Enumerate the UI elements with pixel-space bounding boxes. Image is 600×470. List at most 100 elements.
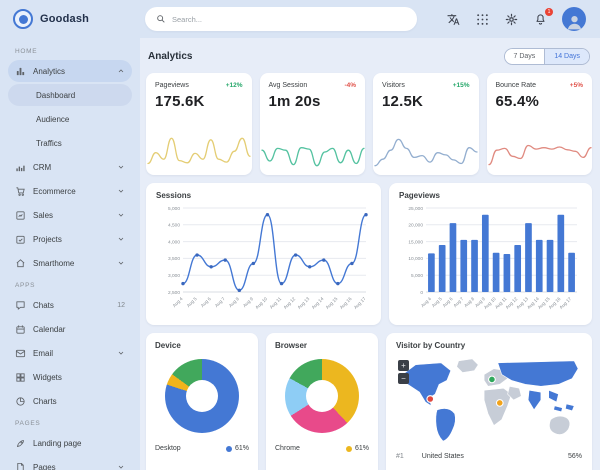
- map-zoom-controls: + −: [398, 360, 409, 384]
- sidebar-item-chats[interactable]: Chats 12: [8, 294, 132, 316]
- sidebar-item-projects[interactable]: Projects: [8, 228, 132, 250]
- svg-text:5,000: 5,000: [411, 273, 423, 279]
- svg-text:4,500: 4,500: [168, 223, 180, 229]
- card-title: Pageviews: [399, 191, 582, 200]
- svg-text:Aug 8: Aug 8: [463, 296, 475, 308]
- brand: Goodash: [0, 0, 140, 38]
- sidebar-item-label: Traffics: [36, 139, 62, 148]
- country-rank: #1: [396, 453, 404, 460]
- stat-card-pageviews: Pageviews+12% 175.6K: [146, 73, 252, 175]
- chat-bubble-icon: [15, 300, 26, 311]
- stat-label: Avg Session: [269, 82, 308, 89]
- map-zoom-out-button[interactable]: −: [398, 373, 409, 384]
- sidebar-item-label: CRM: [33, 163, 51, 172]
- sidebar-item-label: Chats: [33, 301, 54, 310]
- pageviews-card: Pageviews 05,00010,00015,00020,00025,000…: [389, 183, 592, 325]
- search-bar[interactable]: [145, 7, 417, 31]
- sparkline-chart: [146, 129, 252, 175]
- sidebar-item-label: Email: [33, 349, 53, 358]
- sidebar-item-smarthome[interactable]: Smarthome: [8, 252, 132, 274]
- chats-count-badge: 12: [117, 302, 125, 309]
- translate-icon[interactable]: [446, 12, 460, 26]
- stat-label: Bounce Rate: [496, 82, 536, 89]
- page-header: Analytics 7 Days 14 Days: [148, 45, 590, 67]
- world-map[interactable]: [396, 354, 582, 446]
- svg-text:Aug 14: Aug 14: [311, 296, 325, 310]
- sidebar-item-widgets[interactable]: Widgets: [8, 366, 132, 388]
- svg-text:Aug 16: Aug 16: [339, 296, 353, 310]
- columns-chart-icon: [15, 162, 26, 173]
- widgets-icon: [15, 372, 26, 383]
- app-name: Goodash: [40, 13, 89, 25]
- bar-chart-icon: [15, 66, 26, 77]
- card-title: Visitor by Country: [396, 341, 582, 350]
- svg-text:Aug 7: Aug 7: [452, 296, 464, 308]
- sidebar-item-landing-page[interactable]: Landing page: [8, 432, 132, 454]
- svg-text:Aug 12: Aug 12: [282, 296, 296, 310]
- date-range-toggle: 7 Days 14 Days: [504, 48, 590, 65]
- sidebar-section-home: HOME: [15, 48, 132, 55]
- sparkline-chart: [373, 129, 479, 175]
- sidebar-item-sales[interactable]: Sales: [8, 204, 132, 226]
- chevron-down-icon: [117, 349, 125, 357]
- apps-grid-icon[interactable]: [475, 12, 489, 26]
- legend-dot: [226, 446, 232, 452]
- browser-card: Browser Chrome 61%: [266, 333, 378, 470]
- svg-text:20,000: 20,000: [408, 223, 423, 229]
- donut-chart-icon: [15, 396, 26, 407]
- svg-text:Aug 9: Aug 9: [242, 296, 254, 308]
- map-zoom-in-button[interactable]: +: [398, 360, 409, 371]
- map-marker: [496, 400, 503, 407]
- sidebar-item-label: Ecommerce: [33, 187, 76, 196]
- legend-dot: [346, 446, 352, 452]
- range-14-days-button[interactable]: 14 Days: [544, 49, 589, 64]
- stat-delta: +5%: [570, 82, 583, 89]
- chevron-down-icon: [117, 235, 125, 243]
- svg-text:15,000: 15,000: [408, 239, 423, 245]
- chevron-down-icon: [117, 259, 125, 267]
- settings-gear-icon[interactable]: [504, 12, 518, 26]
- chevron-down-icon: [117, 163, 125, 171]
- sidebar-item-crm[interactable]: CRM: [8, 156, 132, 178]
- svg-text:10,000: 10,000: [408, 256, 423, 262]
- range-7-days-button[interactable]: 7 Days: [505, 49, 545, 64]
- sidebar-item-pages[interactable]: Pages: [8, 456, 132, 470]
- svg-text:0: 0: [420, 290, 423, 296]
- sidebar-item-ecommerce[interactable]: Ecommerce: [8, 180, 132, 202]
- country-rank-row: #1 United States 56%: [396, 453, 582, 460]
- charts-row: Sessions 2,5003,0003,5004,0004,5005,000A…: [146, 183, 592, 325]
- card-title: Device: [155, 341, 249, 350]
- search-input[interactable]: [172, 15, 406, 24]
- legend-row: Desktop 61%: [155, 445, 249, 452]
- stat-label: Pageviews: [155, 82, 189, 89]
- sidebar-item-email[interactable]: Email: [8, 342, 132, 364]
- sparkline-chart: [260, 129, 366, 175]
- sidebar-item-charts[interactable]: Charts: [8, 390, 132, 412]
- topbar-icons: 1: [446, 7, 586, 31]
- sidebar-item-label: Widgets: [33, 373, 62, 382]
- sessions-line-chart: 2,5003,0003,5004,0004,5005,000Aug 4Aug 5…: [156, 202, 371, 316]
- pageviews-bar-chart: 05,00010,00015,00020,00025,000Aug 4Aug 5…: [399, 202, 582, 316]
- sidebar-item-dashboard[interactable]: Dashboard: [8, 84, 132, 106]
- device-card: Device Desktop 61%: [146, 333, 258, 470]
- sidebar-item-audience[interactable]: Audience: [8, 108, 132, 130]
- sidebar-item-calendar[interactable]: Calendar: [8, 318, 132, 340]
- sidebar-item-analytics[interactable]: Analytics: [8, 60, 132, 82]
- stat-value: 175.6K: [155, 93, 243, 110]
- notifications-bell-icon[interactable]: 1: [533, 12, 547, 26]
- stat-cards-row: Pageviews+12% 175.6K Avg Session-4% 1m 2…: [146, 73, 592, 175]
- rocket-icon: [15, 438, 26, 449]
- page-icon: [15, 462, 26, 470]
- task-board-icon: [15, 234, 26, 245]
- legend-row: Chrome 61%: [275, 445, 369, 452]
- page-title: Analytics: [148, 51, 192, 62]
- legend-label: Desktop: [155, 445, 181, 452]
- stat-value: 12.5K: [382, 93, 470, 110]
- sparkline-chart: [487, 129, 593, 175]
- sidebar-item-label: Smarthome: [33, 259, 74, 268]
- chevron-down-icon: [117, 211, 125, 219]
- email-icon: [15, 348, 26, 359]
- sidebar-item-traffics[interactable]: Traffics: [8, 132, 132, 154]
- avatar[interactable]: [562, 7, 586, 31]
- stat-label: Visitors: [382, 82, 405, 89]
